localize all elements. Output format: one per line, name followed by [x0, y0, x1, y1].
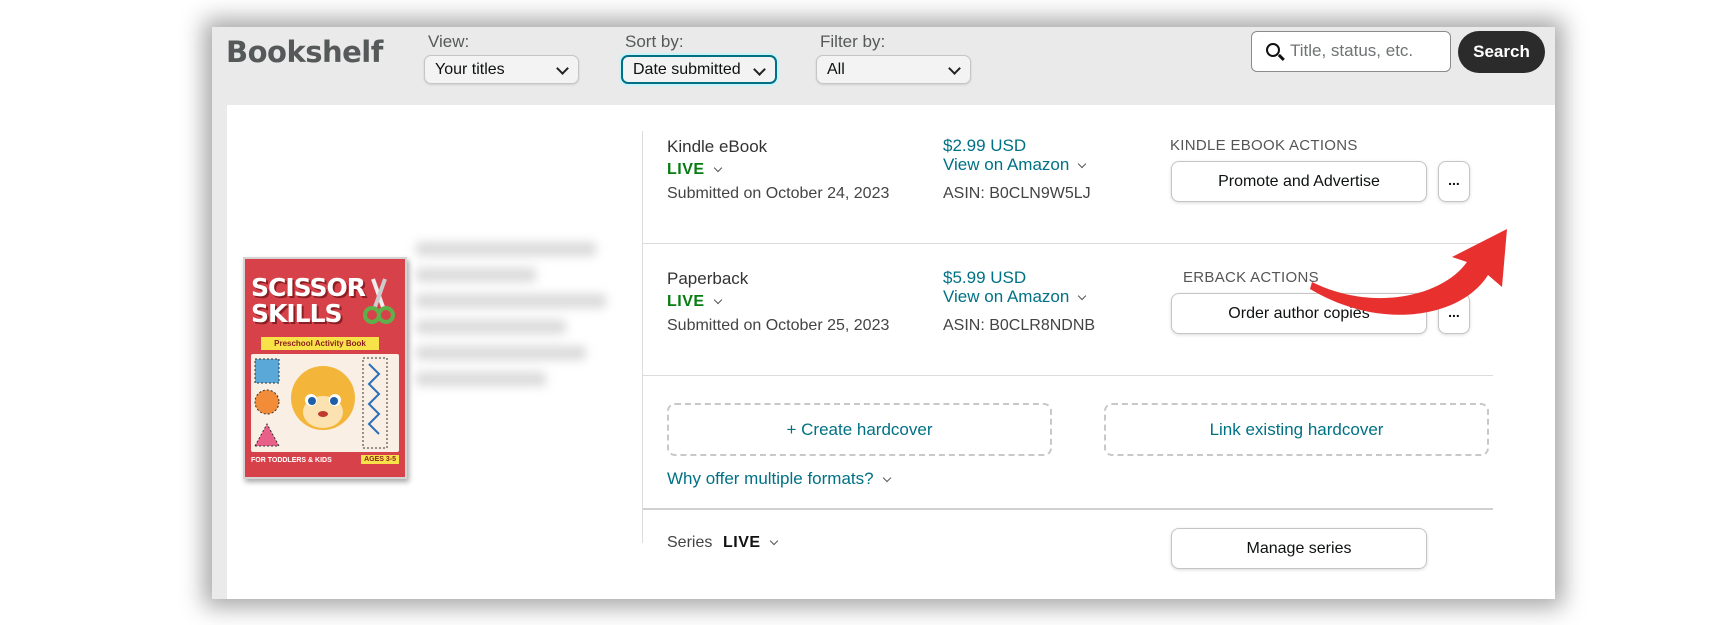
paperback-actions-label: ERBACK ACTIONS	[1183, 269, 1319, 286]
sort-filter: Sort by: Date submitted	[621, 31, 777, 84]
cover-title: SCISSOR SKILLS	[251, 273, 366, 328]
bookshelf-panel: Bookshelf View: Your titles Sort by: Dat…	[212, 27, 1555, 599]
book-cover-image[interactable]: SCISSOR SKILLS Preschool Activity Book F…	[243, 257, 407, 479]
chevron-down-icon	[1078, 159, 1087, 169]
column-divider	[642, 131, 643, 543]
manage-series-button[interactable]: Manage series	[1171, 528, 1427, 569]
search-button[interactable]: Search	[1458, 31, 1545, 73]
paperback-price: $5.99 USD	[943, 268, 1027, 287]
chevron-down-icon	[948, 62, 961, 75]
kindle-view-on-amazon-link[interactable]: View on Amazon	[943, 155, 1087, 175]
kindle-submitted-date: Submitted on October 24, 2023	[667, 185, 890, 202]
link-existing-hardcover-button[interactable]: Link existing hardcover	[1104, 403, 1489, 456]
series-status[interactable]: LIVE	[723, 534, 778, 552]
red-arrow-annotation	[1310, 229, 1507, 315]
sort-select-value: Date submitted	[633, 61, 741, 78]
create-hardcover-button[interactable]: + Create hardcover	[667, 403, 1052, 456]
view-filter: View: Your titles	[424, 31, 579, 84]
kindle-price: $2.99 USD	[943, 136, 1027, 155]
view-select[interactable]: Your titles	[424, 55, 579, 84]
search-box[interactable]	[1251, 31, 1451, 72]
format-name-kindle: Kindle eBook	[667, 137, 768, 156]
paperback-status[interactable]: LIVE	[667, 293, 722, 311]
screenshot-stage: Bookshelf View: Your titles Sort by: Dat…	[0, 0, 1719, 625]
promote-and-advertise-button[interactable]: Promote and Advertise	[1171, 161, 1427, 202]
view-label: View:	[428, 32, 470, 51]
kindle-asin: ASIN: B0CLN9W5LJ	[943, 185, 1091, 202]
book-card: SCISSOR SKILLS Preschool Activity Book F…	[227, 105, 1555, 599]
cover-illustration	[251, 354, 399, 452]
filter-select-value: All	[827, 61, 845, 78]
sort-label: Sort by:	[625, 32, 684, 51]
cover-footer: FOR TODDLERS & KIDS	[251, 457, 332, 464]
format-name-paperback: Paperback	[667, 269, 749, 288]
filter-label: Filter by:	[820, 32, 886, 51]
row-divider	[643, 508, 1493, 510]
chevron-down-icon	[753, 63, 766, 76]
view-select-value: Your titles	[435, 61, 505, 78]
chevron-down-icon	[882, 473, 891, 483]
chevron-down-icon	[769, 536, 778, 546]
chevron-down-icon	[1078, 291, 1087, 301]
kindle-more-actions-button[interactable]: ...	[1438, 161, 1470, 202]
cover-ages-badge: AGES 3-5	[361, 455, 399, 464]
filter-select[interactable]: All	[816, 55, 971, 84]
paperback-view-on-amazon-link[interactable]: View on Amazon	[943, 287, 1087, 307]
chevron-down-icon	[556, 62, 569, 75]
chevron-down-icon	[713, 295, 722, 305]
sort-select[interactable]: Date submitted	[621, 55, 777, 84]
scissors-icon	[363, 278, 395, 324]
cover-subtitle: Preschool Activity Book	[261, 337, 379, 350]
filter-filter: Filter by: All	[816, 31, 971, 84]
kindle-status[interactable]: LIVE	[667, 161, 722, 179]
search-icon	[1266, 43, 1280, 57]
chevron-down-icon	[713, 163, 722, 173]
search-input[interactable]	[1290, 41, 1442, 61]
row-divider	[643, 375, 1493, 376]
paperback-submitted-date: Submitted on October 25, 2023	[667, 317, 890, 334]
why-multiple-formats-link[interactable]: Why offer multiple formats?	[667, 469, 891, 489]
kindle-actions-label: KINDLE EBOOK ACTIONS	[1170, 137, 1358, 154]
series-label: Series	[667, 534, 713, 551]
paperback-asin: ASIN: B0CLR8NDNB	[943, 317, 1096, 334]
blurred-book-details	[416, 230, 611, 430]
page-title: Bookshelf	[226, 35, 383, 69]
